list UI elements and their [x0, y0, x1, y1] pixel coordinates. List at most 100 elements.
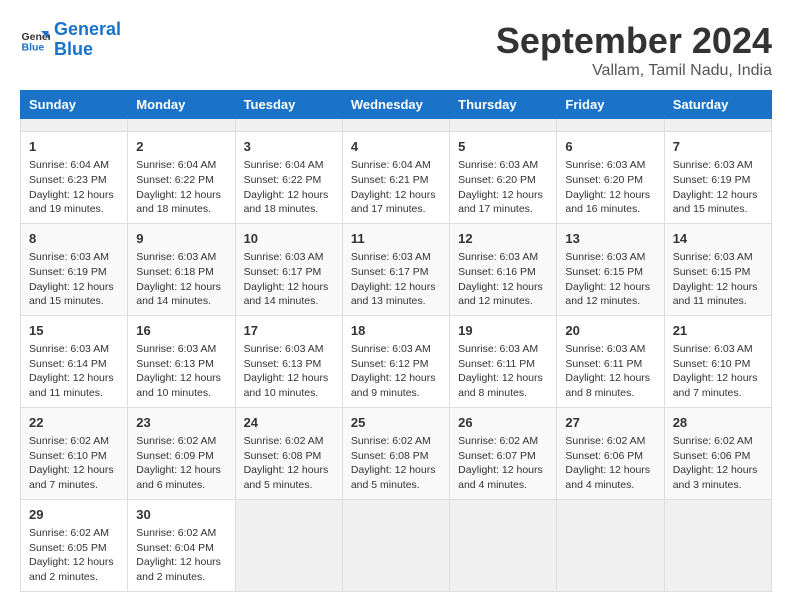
day-info: Sunrise: 6:03 AM Sunset: 6:18 PM Dayligh…	[136, 250, 226, 309]
calendar-cell: 7 Sunrise: 6:03 AM Sunset: 6:19 PM Daylig…	[664, 132, 771, 224]
calendar-cell: 13 Sunrise: 6:03 AM Sunset: 6:15 PM Dayli…	[557, 223, 664, 315]
calendar-cell: 10 Sunrise: 6:03 AM Sunset: 6:17 PM Dayli…	[235, 223, 342, 315]
calendar-body: 1Sunrise: 6:04 AM Sunset: 6:23 PM Daylig…	[21, 119, 772, 592]
calendar-cell: 12 Sunrise: 6:03 AM Sunset: 6:16 PM Dayli…	[450, 223, 557, 315]
logo-text: GeneralBlue	[54, 20, 121, 60]
day-info: Sunrise: 6:03 AM Sunset: 6:15 PM Dayligh…	[565, 250, 655, 309]
day-number: 11	[351, 230, 441, 248]
day-number: 27	[565, 414, 655, 432]
day-number: 9	[136, 230, 226, 248]
calendar-cell	[450, 499, 557, 591]
day-number: 17	[244, 322, 334, 340]
calendar-cell: 16Sunrise: 6:03 AM Sunset: 6:13 PM Dayli…	[128, 315, 235, 407]
weekday-saturday: Saturday	[664, 91, 771, 119]
calendar-header: SundayMondayTuesdayWednesdayThursdayFrid…	[21, 91, 772, 119]
day-info: Sunrise: 6:02 AM Sunset: 6:06 PM Dayligh…	[673, 434, 763, 493]
calendar-cell: 2 Sunrise: 6:04 AM Sunset: 6:22 PM Daylig…	[128, 132, 235, 224]
weekday-header-row: SundayMondayTuesdayWednesdayThursdayFrid…	[21, 91, 772, 119]
svg-text:Blue: Blue	[22, 41, 45, 53]
day-number: 3	[244, 138, 334, 156]
day-number: 26	[458, 414, 548, 432]
calendar-table: SundayMondayTuesdayWednesdayThursdayFrid…	[20, 90, 772, 592]
weekday-friday: Friday	[557, 91, 664, 119]
title-block: September 2024 Vallam, Tamil Nadu, India	[496, 20, 772, 80]
calendar-cell: 14 Sunrise: 6:03 AM Sunset: 6:15 PM Dayli…	[664, 223, 771, 315]
calendar-cell: 11 Sunrise: 6:03 AM Sunset: 6:17 PM Dayli…	[342, 223, 449, 315]
day-info: Sunrise: 6:03 AM Sunset: 6:11 PM Dayligh…	[565, 342, 655, 401]
day-info: Sunrise: 6:03 AM Sunset: 6:11 PM Dayligh…	[458, 342, 548, 401]
day-number: 30	[136, 506, 226, 524]
day-info: Sunrise: 6:02 AM Sunset: 6:06 PM Dayligh…	[565, 434, 655, 493]
day-info: Sunrise: 6:03 AM Sunset: 6:14 PM Dayligh…	[29, 342, 119, 401]
calendar-week-2: 8 Sunrise: 6:03 AM Sunset: 6:19 PM Daylig…	[21, 223, 772, 315]
day-number: 8	[29, 230, 119, 248]
day-number: 12	[458, 230, 548, 248]
calendar-cell	[557, 499, 664, 591]
day-info: Sunrise: 6:03 AM Sunset: 6:19 PM Dayligh…	[673, 158, 763, 217]
day-number: 10	[244, 230, 334, 248]
calendar-cell: 3 Sunrise: 6:04 AM Sunset: 6:22 PM Daylig…	[235, 132, 342, 224]
day-info: Sunrise: 6:02 AM Sunset: 6:04 PM Dayligh…	[136, 526, 226, 585]
calendar-cell: 23Sunrise: 6:02 AM Sunset: 6:09 PM Dayli…	[128, 407, 235, 499]
day-info: Sunrise: 6:03 AM Sunset: 6:20 PM Dayligh…	[565, 158, 655, 217]
day-info: Sunrise: 6:04 AM Sunset: 6:21 PM Dayligh…	[351, 158, 441, 217]
calendar-week-4: 22Sunrise: 6:02 AM Sunset: 6:10 PM Dayli…	[21, 407, 772, 499]
calendar-week-0	[21, 119, 772, 132]
day-info: Sunrise: 6:03 AM Sunset: 6:16 PM Dayligh…	[458, 250, 548, 309]
weekday-thursday: Thursday	[450, 91, 557, 119]
calendar-cell: 22Sunrise: 6:02 AM Sunset: 6:10 PM Dayli…	[21, 407, 128, 499]
day-number: 14	[673, 230, 763, 248]
calendar-cell	[450, 119, 557, 132]
calendar-week-3: 15Sunrise: 6:03 AM Sunset: 6:14 PM Dayli…	[21, 315, 772, 407]
calendar-cell: 8 Sunrise: 6:03 AM Sunset: 6:19 PM Daylig…	[21, 223, 128, 315]
day-number: 29	[29, 506, 119, 524]
day-number: 7	[673, 138, 763, 156]
calendar-cell: 21Sunrise: 6:03 AM Sunset: 6:10 PM Dayli…	[664, 315, 771, 407]
calendar-cell	[342, 499, 449, 591]
calendar-cell: 30 Sunrise: 6:02 AM Sunset: 6:04 PM Dayli…	[128, 499, 235, 591]
day-info: Sunrise: 6:03 AM Sunset: 6:20 PM Dayligh…	[458, 158, 548, 217]
day-info: Sunrise: 6:02 AM Sunset: 6:08 PM Dayligh…	[351, 434, 441, 493]
calendar-cell: 4Sunrise: 6:04 AM Sunset: 6:21 PM Daylig…	[342, 132, 449, 224]
location-subtitle: Vallam, Tamil Nadu, India	[496, 62, 772, 80]
day-info: Sunrise: 6:03 AM Sunset: 6:15 PM Dayligh…	[673, 250, 763, 309]
day-number: 24	[244, 414, 334, 432]
calendar-cell	[342, 119, 449, 132]
calendar-cell: 15Sunrise: 6:03 AM Sunset: 6:14 PM Dayli…	[21, 315, 128, 407]
calendar-week-1: 1Sunrise: 6:04 AM Sunset: 6:23 PM Daylig…	[21, 132, 772, 224]
calendar-cell: 20Sunrise: 6:03 AM Sunset: 6:11 PM Dayli…	[557, 315, 664, 407]
weekday-sunday: Sunday	[21, 91, 128, 119]
day-info: Sunrise: 6:03 AM Sunset: 6:17 PM Dayligh…	[351, 250, 441, 309]
calendar-cell	[235, 499, 342, 591]
day-info: Sunrise: 6:02 AM Sunset: 6:07 PM Dayligh…	[458, 434, 548, 493]
day-number: 13	[565, 230, 655, 248]
calendar-cell	[128, 119, 235, 132]
calendar-cell: 26 Sunrise: 6:02 AM Sunset: 6:07 PM Dayli…	[450, 407, 557, 499]
day-info: Sunrise: 6:03 AM Sunset: 6:19 PM Dayligh…	[29, 250, 119, 309]
calendar-cell: 24 Sunrise: 6:02 AM Sunset: 6:08 PM Dayli…	[235, 407, 342, 499]
weekday-tuesday: Tuesday	[235, 91, 342, 119]
calendar-cell	[21, 119, 128, 132]
calendar-cell: 28 Sunrise: 6:02 AM Sunset: 6:06 PM Dayli…	[664, 407, 771, 499]
logo: General Blue GeneralBlue	[20, 20, 121, 60]
calendar-cell: 1Sunrise: 6:04 AM Sunset: 6:23 PM Daylig…	[21, 132, 128, 224]
calendar-cell	[557, 119, 664, 132]
day-info: Sunrise: 6:03 AM Sunset: 6:13 PM Dayligh…	[136, 342, 226, 401]
day-number: 22	[29, 414, 119, 432]
day-info: Sunrise: 6:03 AM Sunset: 6:17 PM Dayligh…	[244, 250, 334, 309]
day-info: Sunrise: 6:04 AM Sunset: 6:22 PM Dayligh…	[244, 158, 334, 217]
calendar-week-5: 29Sunrise: 6:02 AM Sunset: 6:05 PM Dayli…	[21, 499, 772, 591]
day-number: 28	[673, 414, 763, 432]
day-number: 21	[673, 322, 763, 340]
day-info: Sunrise: 6:02 AM Sunset: 6:08 PM Dayligh…	[244, 434, 334, 493]
calendar-cell: 9 Sunrise: 6:03 AM Sunset: 6:18 PM Daylig…	[128, 223, 235, 315]
day-number: 5	[458, 138, 548, 156]
calendar-cell: 25Sunrise: 6:02 AM Sunset: 6:08 PM Dayli…	[342, 407, 449, 499]
calendar-cell	[664, 499, 771, 591]
weekday-wednesday: Wednesday	[342, 91, 449, 119]
day-info: Sunrise: 6:04 AM Sunset: 6:22 PM Dayligh…	[136, 158, 226, 217]
calendar-cell: 6Sunrise: 6:03 AM Sunset: 6:20 PM Daylig…	[557, 132, 664, 224]
calendar-cell: 5 Sunrise: 6:03 AM Sunset: 6:20 PM Daylig…	[450, 132, 557, 224]
day-number: 2	[136, 138, 226, 156]
day-number: 23	[136, 414, 226, 432]
